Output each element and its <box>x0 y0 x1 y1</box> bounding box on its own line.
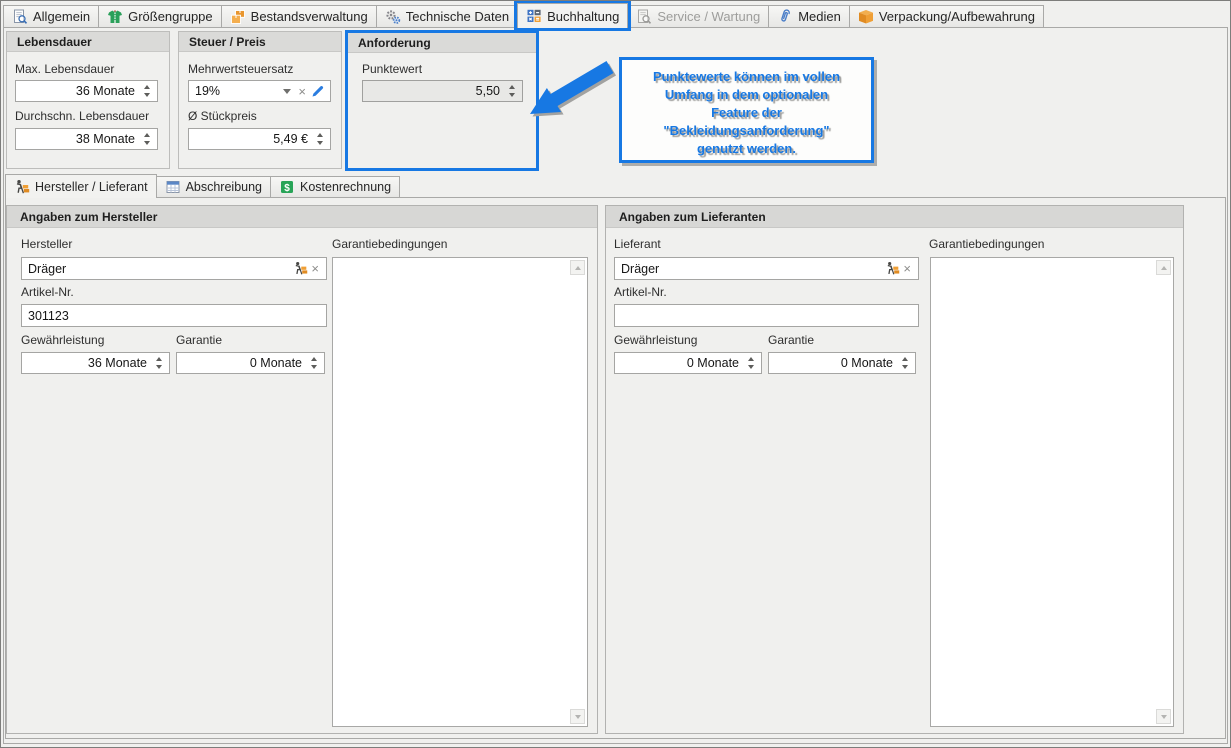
spin-buttons[interactable] <box>140 133 153 145</box>
punktewert-label: Punktewert <box>362 62 422 76</box>
tab-groessengruppe[interactable]: Größengruppe <box>98 5 222 28</box>
max-lebensdauer-spinner[interactable]: 36 Monate <box>15 80 158 102</box>
spin-buttons[interactable] <box>140 85 153 97</box>
paperclip-icon <box>777 9 793 25</box>
tab-label: Abschreibung <box>186 180 262 194</box>
tab-label: Hersteller / Lieferant <box>35 180 148 194</box>
gewaehrleistung-label: Gewährleistung <box>21 333 104 347</box>
tab-label: Medien <box>798 9 841 24</box>
spin-buttons[interactable] <box>744 357 757 369</box>
scrollbar-down-button[interactable] <box>1156 709 1171 724</box>
subtab-kostenrechnung[interactable]: $ Kostenrechnung <box>270 176 400 198</box>
mehrwertsteuersatz-label: Mehrwertsteuersatz <box>188 62 293 76</box>
spin-buttons <box>505 85 518 97</box>
size-group-shirt-icon <box>107 9 123 25</box>
gewaehrleistung-spinner[interactable]: 36 Monate <box>21 352 170 374</box>
stueckpreis-label: Ø Stückpreis <box>188 109 257 123</box>
scrollbar-down-button[interactable] <box>570 709 585 724</box>
tab-service-wartung: Service / Wartung <box>627 5 769 28</box>
hersteller-label: Hersteller <box>21 237 72 251</box>
tab-label: Kostenrechnung <box>300 180 391 194</box>
stacked-boxes-icon <box>230 9 246 25</box>
clear-icon[interactable]: × <box>308 262 322 275</box>
main-tab-bar: Allgemein Größengruppe Bestandsverwaltun… <box>3 3 1044 28</box>
app-window: Allgemein Größengruppe Bestandsverwaltun… <box>0 0 1231 748</box>
tab-label: Technische Daten <box>406 9 509 24</box>
punktewert-spinner: 5,50 <box>362 80 523 102</box>
tab-label: Größengruppe <box>128 9 213 24</box>
hand-truck-lookup-icon[interactable] <box>885 261 900 276</box>
gears-icon <box>385 9 401 25</box>
gewaehrleistung-label: Gewährleistung <box>614 333 697 347</box>
tab-bestandsverwaltung[interactable]: Bestandsverwaltung <box>221 5 377 28</box>
subtab-abschreibung[interactable]: Abschreibung <box>156 176 271 198</box>
spin-buttons[interactable] <box>313 133 326 145</box>
panel-title: Angaben zum Lieferanten <box>606 206 1183 228</box>
hersteller-lookup-field[interactable]: Dräger × <box>21 257 327 280</box>
spin-buttons[interactable] <box>898 357 911 369</box>
annotation-arrow <box>525 59 621 127</box>
panel-title: Angaben zum Hersteller <box>7 206 597 228</box>
tab-label: Bestandsverwaltung <box>251 9 368 24</box>
spin-buttons[interactable] <box>152 357 165 369</box>
garantie-spinner[interactable]: 0 Monate <box>768 352 916 374</box>
annotation-callout: Punktewerte können im vollen Umfang in d… <box>619 57 874 163</box>
clear-icon[interactable]: × <box>295 85 309 98</box>
garantiebedingungen-label: Garantiebedingungen <box>929 237 1044 251</box>
spin-buttons[interactable] <box>307 357 320 369</box>
open-box-icon <box>858 9 874 25</box>
gewaehrleistung-spinner[interactable]: 0 Monate <box>614 352 762 374</box>
subtab-hersteller-lieferant[interactable]: Hersteller / Lieferant <box>5 174 157 198</box>
tab-verpackung-aufbewahrung[interactable]: Verpackung/Aufbewahrung <box>849 5 1044 28</box>
edit-pencil-icon[interactable] <box>311 84 326 99</box>
group-title: Anforderung <box>348 33 536 53</box>
scrollbar-up-button[interactable] <box>570 260 585 275</box>
tab-label: Verpackung/Aufbewahrung <box>879 9 1035 24</box>
tab-buchhaltung[interactable]: Buchhaltung <box>517 3 628 28</box>
artikel-nr-input[interactable] <box>614 304 919 327</box>
garantie-spinner[interactable]: 0 Monate <box>176 352 325 374</box>
mehrwertsteuersatz-combobox[interactable]: 19% × <box>188 80 331 102</box>
group-title: Steuer / Preis <box>179 32 341 52</box>
durchschn-lebensdauer-spinner[interactable]: 38 Monate <box>15 128 158 150</box>
artikel-nr-label: Artikel-Nr. <box>21 285 74 299</box>
clear-icon[interactable]: × <box>900 262 914 275</box>
document-search-icon <box>12 9 28 25</box>
svg-text:$: $ <box>284 183 290 194</box>
tab-label: Buchhaltung <box>547 9 619 24</box>
tab-medien[interactable]: Medien <box>768 5 850 28</box>
hand-truck-lookup-icon[interactable] <box>293 261 308 276</box>
artikel-nr-input[interactable]: 301123 <box>21 304 327 327</box>
garantiebedingungen-textarea[interactable] <box>332 257 588 727</box>
tab-technische-daten[interactable]: Technische Daten <box>376 5 518 28</box>
table-calc-icon <box>165 179 181 195</box>
garantiebedingungen-label: Garantiebedingungen <box>332 237 447 251</box>
lieferant-label: Lieferant <box>614 237 661 251</box>
garantie-label: Garantie <box>176 333 222 347</box>
scrollbar-up-button[interactable] <box>1156 260 1171 275</box>
garantiebedingungen-textarea[interactable] <box>930 257 1174 727</box>
group-title: Lebensdauer <box>7 32 169 52</box>
artikel-nr-label: Artikel-Nr. <box>614 285 667 299</box>
hand-truck-icon <box>14 179 30 195</box>
lieferant-lookup-field[interactable]: Dräger × <box>614 257 919 280</box>
dollar-icon: $ <box>279 179 295 195</box>
garantie-label: Garantie <box>768 333 814 347</box>
tab-allgemein[interactable]: Allgemein <box>3 5 99 28</box>
calculator-grid-icon <box>526 8 542 24</box>
sub-tab-bar: Hersteller / Lieferant Abschreibung $ Ko… <box>5 175 400 198</box>
service-document-icon <box>636 9 652 25</box>
stueckpreis-spinner[interactable]: 5,49 € <box>188 128 331 150</box>
durchschn-lebensdauer-label: Durchschn. Lebensdauer <box>15 109 149 123</box>
dropdown-arrow-icon[interactable] <box>283 89 291 94</box>
max-lebensdauer-label: Max. Lebensdauer <box>15 62 114 76</box>
tab-label: Allgemein <box>33 9 90 24</box>
tab-label: Service / Wartung <box>657 9 760 24</box>
